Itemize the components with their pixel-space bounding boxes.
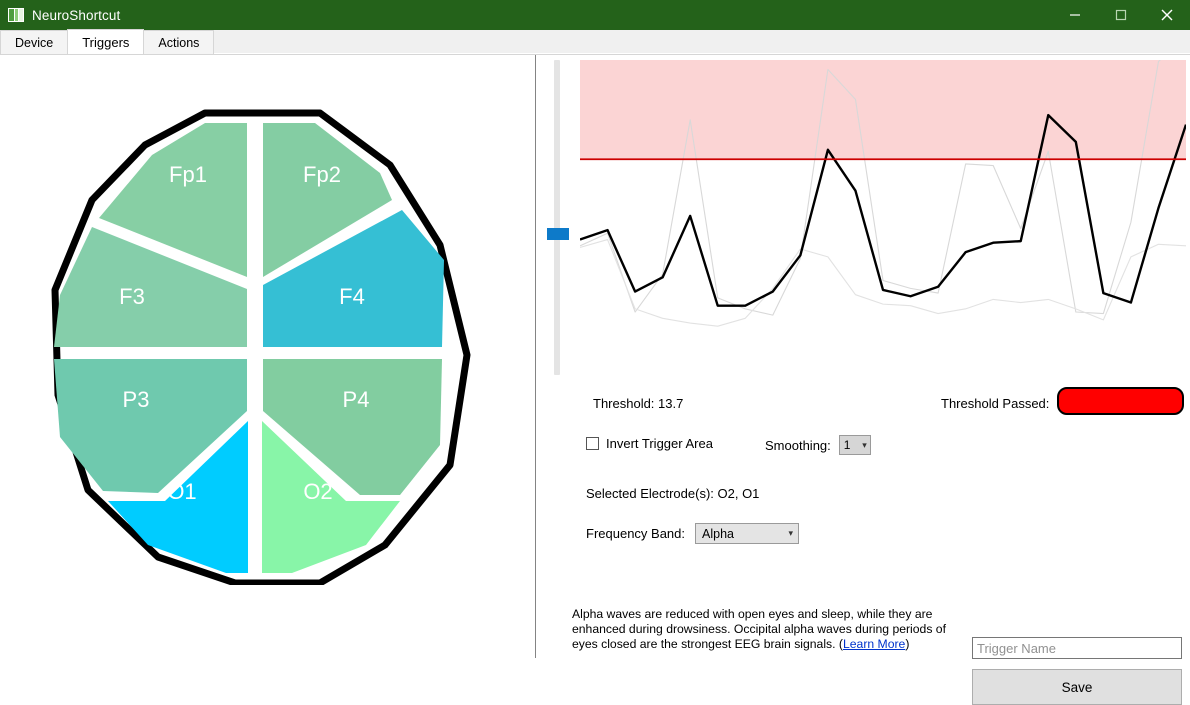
main-content: Fp1 Fp2 F3 F4 P3 P4 O1 O2 Threshold: 13.… — [0, 55, 1190, 705]
tab-device[interactable]: Device — [0, 30, 69, 54]
window-title: NeuroShortcut — [32, 7, 121, 23]
chevron-down-icon: ▾ — [862, 439, 867, 450]
signal-chart-svg[interactable] — [580, 60, 1186, 375]
threshold-slider[interactable] — [547, 60, 569, 375]
smoothing-value: 1 — [843, 438, 851, 452]
minimize-button[interactable] — [1052, 0, 1098, 30]
tab-strip: Device Triggers Actions — [0, 29, 1190, 55]
frequency-band-description: Alpha waves are reduced with open eyes a… — [572, 607, 972, 652]
tab-triggers-label: Triggers — [82, 35, 130, 50]
tab-actions-label: Actions — [158, 36, 200, 50]
electrode-F4-label: F4 — [339, 284, 365, 309]
threshold-value-label: Threshold: 13.7 — [593, 396, 684, 411]
tab-device-label: Device — [15, 36, 54, 50]
threshold-passed-indicator — [1057, 387, 1184, 415]
invert-trigger-area-checkbox[interactable] — [586, 437, 599, 450]
frequency-band-select[interactable]: Alpha ▾ — [695, 523, 800, 544]
learn-more-link[interactable]: Learn More — [843, 637, 905, 651]
frequency-band-label: Frequency Band: — [586, 526, 686, 541]
trigger-area — [580, 60, 1186, 160]
electrode-P3-label: P3 — [123, 387, 150, 412]
invert-trigger-area-row[interactable]: Invert Trigger Area — [586, 436, 713, 451]
electrode-P4-label: P4 — [343, 387, 370, 412]
window-controls — [1052, 0, 1190, 30]
app-window-icon — [8, 8, 24, 22]
invert-trigger-area-label: Invert Trigger Area — [606, 436, 713, 451]
frequency-band-description-tail: ) — [905, 637, 910, 651]
head-outline — [51, 109, 471, 585]
signal-chart[interactable] — [580, 60, 1186, 375]
tab-triggers[interactable]: Triggers — [67, 29, 145, 54]
electrode-F3-label: F3 — [119, 284, 145, 309]
electrode-O1-label: O1 — [167, 479, 196, 504]
electrode-Fp1-label: Fp1 — [169, 162, 207, 187]
threshold-passed-label: Threshold Passed: — [941, 396, 1050, 411]
maximize-button[interactable] — [1098, 0, 1144, 30]
electrode-Fp2-label: Fp2 — [303, 162, 341, 187]
smoothing-row: Smoothing: 1 ▾ — [765, 435, 871, 455]
threshold-slider-track[interactable] — [554, 60, 560, 375]
smoothing-select[interactable]: 1 ▾ — [838, 435, 871, 455]
electrode-O2-label: O2 — [303, 479, 332, 504]
selected-electrodes-label: Selected Electrode(s): O2, O1 — [586, 486, 760, 501]
title-bar: NeuroShortcut — [0, 0, 1190, 30]
tab-actions[interactable]: Actions — [143, 30, 215, 54]
save-button[interactable]: Save — [972, 669, 1182, 705]
head-diagram: Fp1 Fp2 F3 F4 P3 P4 O1 O2 — [51, 109, 471, 585]
chevron-down-icon: ▾ — [788, 528, 794, 538]
trigger-name-input[interactable] — [972, 637, 1182, 659]
frequency-band-value: Alpha — [702, 526, 734, 541]
electrode-map-panel: Fp1 Fp2 F3 F4 P3 P4 O1 O2 — [0, 55, 535, 658]
frequency-band-row: Frequency Band: Alpha ▾ — [586, 523, 800, 544]
close-button[interactable] — [1144, 0, 1190, 30]
smoothing-label: Smoothing: — [765, 437, 831, 453]
panel-divider — [535, 55, 536, 658]
threshold-slider-thumb[interactable] — [547, 228, 569, 240]
